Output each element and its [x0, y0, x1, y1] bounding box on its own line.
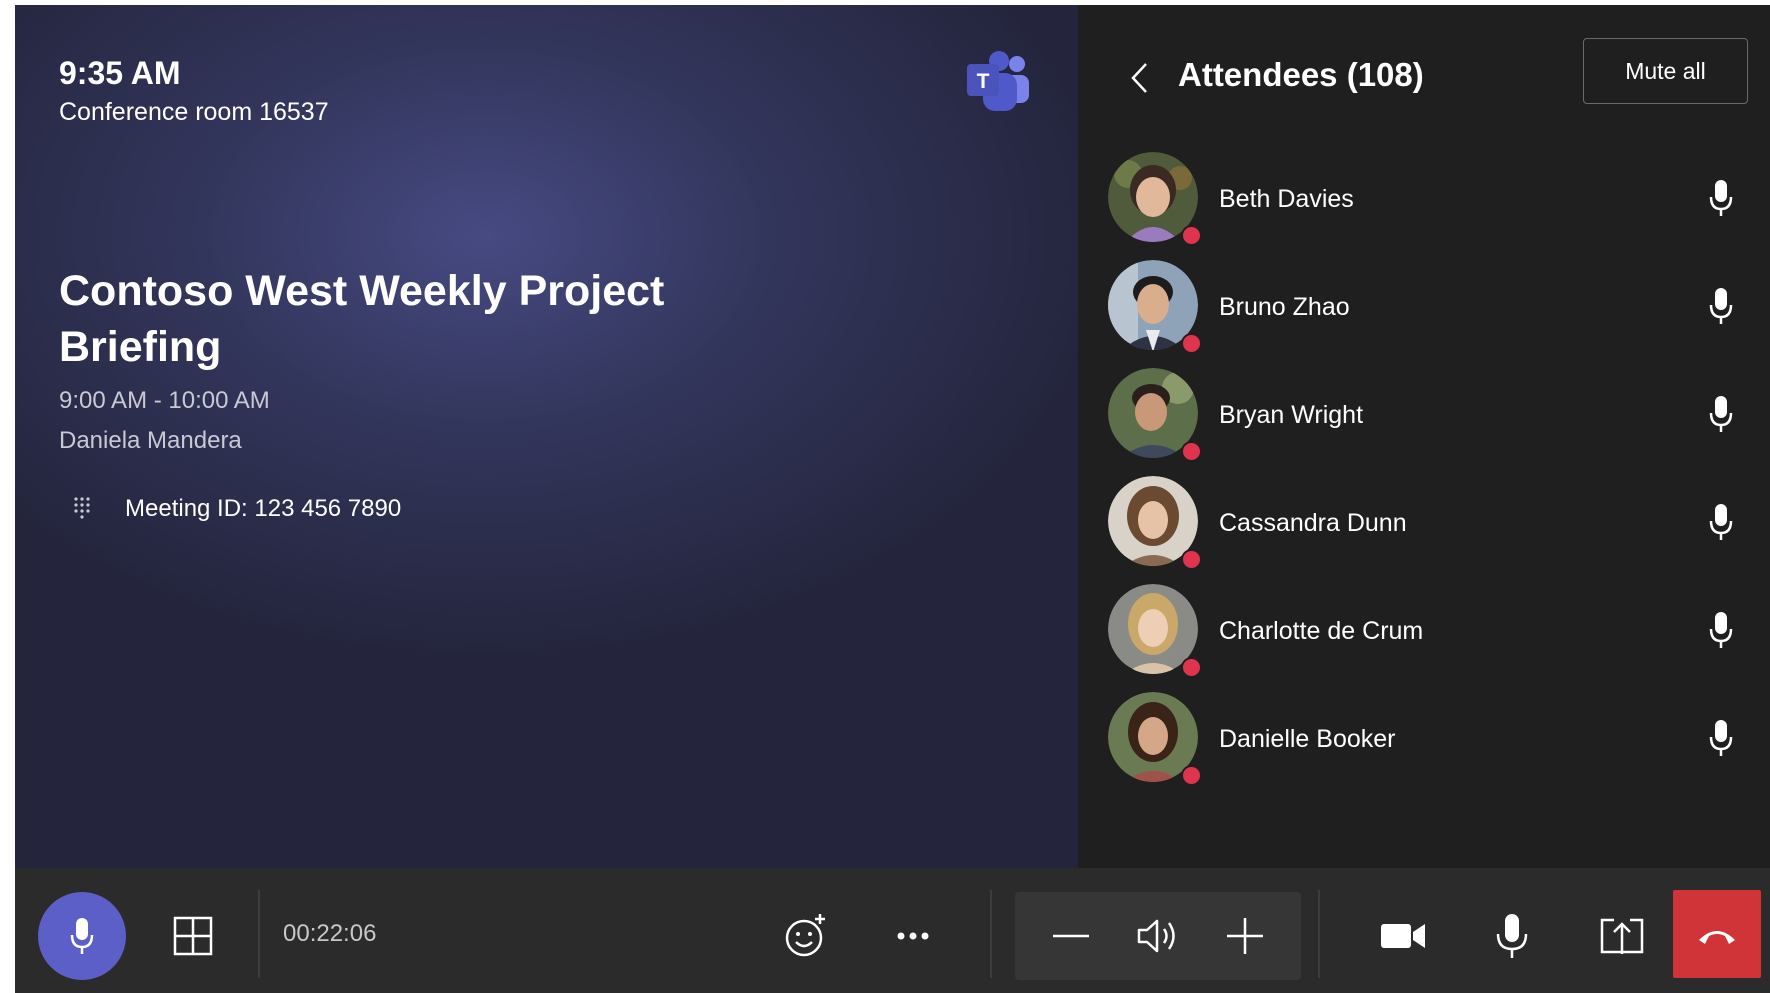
attendee-name: Beth Davies: [1219, 185, 1354, 213]
avatar: [1108, 152, 1202, 246]
hang-up-icon: [1679, 904, 1755, 964]
more-options-icon[interactable]: [883, 906, 943, 966]
attendee-row[interactable]: Danielle Booker: [1078, 680, 1770, 800]
attendee-name: Bruno Zhao: [1219, 293, 1350, 321]
attendees-panel: Attendees (108) Mute all Beth Davies Bru…: [1078, 5, 1770, 868]
volume-control: [1015, 892, 1301, 980]
meeting-title: Contoso West Weekly Project Briefing: [59, 267, 665, 371]
status-busy-dot: [1181, 765, 1202, 786]
microphone-icon: [44, 916, 120, 956]
layout-grid-icon[interactable]: [163, 906, 223, 966]
share-screen-icon[interactable]: [1592, 906, 1652, 966]
speaker-icon: [1129, 906, 1189, 966]
attendee-row[interactable]: Bruno Zhao: [1078, 248, 1770, 368]
microphone-icon[interactable]: [1706, 610, 1736, 650]
chevron-left-icon[interactable]: [1128, 60, 1152, 96]
clock: 9:35 AM: [59, 55, 181, 91]
svg-text:T: T: [977, 70, 990, 93]
status-busy-dot: [1181, 549, 1202, 570]
attendee-row[interactable]: Beth Davies: [1078, 140, 1770, 260]
attendee-name: Danielle Booker: [1219, 725, 1396, 753]
teams-room-meeting-screen: 9:35 AM Conference room 16537 T Contoso …: [15, 5, 1770, 993]
video-camera-icon[interactable]: [1373, 906, 1433, 966]
call-timer: 00:22:06: [283, 920, 377, 947]
attendee-name: Bryan Wright: [1219, 401, 1364, 429]
hang-up-button[interactable]: [1673, 890, 1761, 978]
avatar: [1108, 584, 1202, 678]
volume-down-icon[interactable]: [1041, 906, 1101, 966]
meeting-organizer: Daniela Mandera: [59, 427, 242, 454]
volume-up-icon[interactable]: [1215, 906, 1275, 966]
attendee-name: Cassandra Dunn: [1219, 509, 1407, 537]
divider: [1318, 890, 1320, 978]
divider: [990, 890, 992, 978]
microphone-toggle-button[interactable]: [38, 892, 126, 980]
microphone-icon[interactable]: [1706, 718, 1736, 758]
attendee-row[interactable]: Cassandra Dunn: [1078, 464, 1770, 584]
dialpad-icon: [70, 495, 94, 519]
avatar: [1108, 368, 1202, 462]
microphone-icon[interactable]: [1706, 178, 1736, 218]
microphone-icon[interactable]: [1482, 906, 1542, 966]
microphone-icon[interactable]: [1706, 286, 1736, 326]
meeting-controls-bar: 00:22:06: [15, 868, 1770, 993]
attendee-row[interactable]: Bryan Wright: [1078, 356, 1770, 476]
attendee-name: Charlotte de Crum: [1219, 617, 1424, 645]
attendee-row[interactable]: Charlotte de Crum: [1078, 572, 1770, 692]
microphone-icon[interactable]: [1706, 394, 1736, 434]
avatar: [1108, 260, 1202, 354]
divider: [258, 890, 260, 978]
meeting-id: Meeting ID: 123 456 7890: [125, 495, 402, 522]
room-name: Conference room 16537: [59, 98, 329, 126]
microphone-icon[interactable]: [1706, 502, 1736, 542]
avatar: [1108, 476, 1202, 570]
meeting-info-stage: 9:35 AM Conference room 16537 T Contoso …: [15, 5, 1078, 868]
mute-all-button[interactable]: Mute all: [1583, 38, 1748, 104]
status-busy-dot: [1181, 225, 1202, 246]
avatar: [1108, 692, 1202, 786]
status-busy-dot: [1181, 441, 1202, 462]
meeting-time: 9:00 AM - 10:00 AM: [59, 387, 270, 414]
attendees-title: Attendees (108): [1178, 56, 1424, 93]
teams-logo-icon: T: [963, 50, 1033, 115]
emoji-icon[interactable]: [775, 906, 835, 966]
status-busy-dot: [1181, 657, 1202, 678]
status-busy-dot: [1181, 333, 1202, 354]
